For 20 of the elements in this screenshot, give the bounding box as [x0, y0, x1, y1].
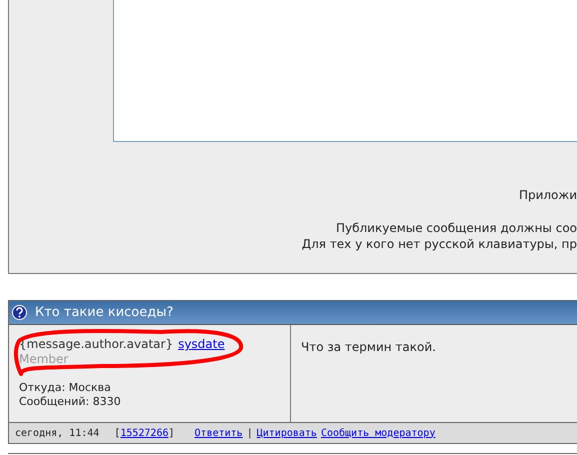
- help-icon: [12, 305, 27, 320]
- notice-text: Для тех у кого нет русской клавиатуры, пр: [302, 236, 577, 252]
- separator-text: |: [246, 426, 253, 440]
- post-body-text: Что за термин такой.: [301, 340, 436, 354]
- author-link[interactable]: sysdate: [178, 337, 225, 352]
- message-input[interactable]: [113, 0, 577, 142]
- notice-text: Приложи: [518, 187, 577, 203]
- bracket-text: ]: [168, 426, 175, 440]
- action-link[interactable]: Ответить: [194, 426, 243, 440]
- bracket-text: [: [114, 426, 120, 440]
- avatar-placeholder-text: {message.author.avatar}: [19, 337, 174, 352]
- author-location: Откуда: Москва: [19, 381, 112, 395]
- action-link[interactable]: Сообщить модератору: [320, 426, 436, 440]
- post-time: сегодня, 11:44: [15, 426, 100, 440]
- author-post-count: Сообщений: 8330: [19, 395, 122, 409]
- post-id-link[interactable]: 15527266: [120, 426, 168, 440]
- notice-text: Публикуемые сообщения должны соо: [336, 220, 577, 236]
- action-link[interactable]: Цитировать: [256, 426, 317, 440]
- author-rank: Member: [19, 352, 70, 367]
- post-title: Кто такие кисоеды?: [35, 304, 174, 322]
